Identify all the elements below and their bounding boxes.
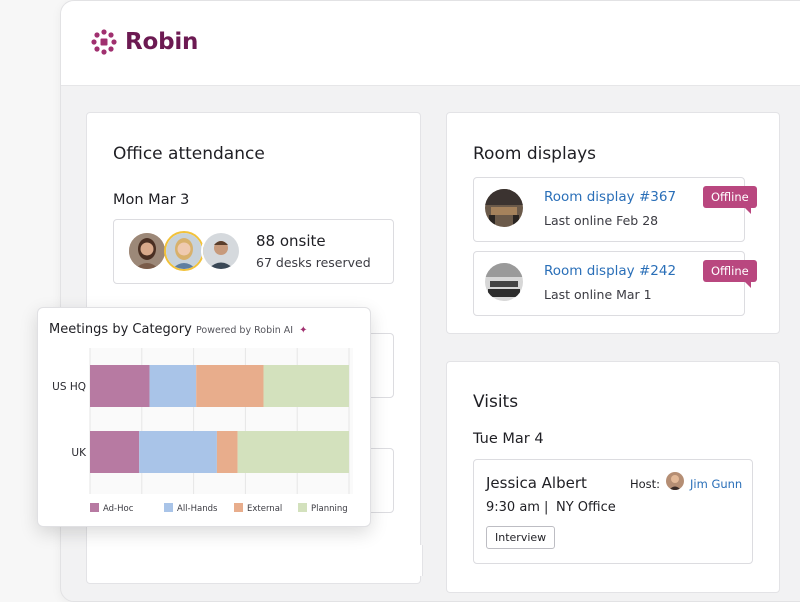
legend-swatch <box>164 503 173 512</box>
room-photo <box>485 263 523 301</box>
attendance-date: Mon Mar 3 <box>113 192 190 208</box>
bar-segment-ad-hoc[interactable] <box>90 431 140 473</box>
host-avatar <box>666 472 684 490</box>
legend-label: Planning <box>311 504 348 514</box>
visits-card: Visits Tue Mar 4 Jessica Albert Host: Ji… <box>446 361 780 593</box>
room-display-last-online: Last online Mar 1 <box>544 287 652 302</box>
room-displays-title: Room displays <box>473 144 597 164</box>
room-display-last-online: Last online Feb 28 <box>544 213 659 228</box>
legend-label: Ad-Hoc <box>103 504 134 514</box>
meetings-by-category-chart: Meetings by Category Powered by Robin AI… <box>37 307 371 527</box>
bar-segment-ad-hoc[interactable] <box>90 365 150 407</box>
visits-title: Visits <box>473 392 519 412</box>
avatar <box>127 231 167 271</box>
room-display-name[interactable]: Room display #242 <box>544 263 676 279</box>
avatar <box>201 231 241 271</box>
visit-location: NY Office <box>556 500 616 515</box>
legend-label: All-Hands <box>177 504 218 514</box>
room-displays-card: Room displays Room display #367 Last onl… <box>446 112 780 334</box>
visit-time: 9:30 am <box>486 500 540 515</box>
host-name[interactable]: Jim Gunn <box>690 477 742 491</box>
category-label: UK <box>71 447 87 459</box>
visitor-name: Jessica Albert <box>486 474 587 492</box>
visit-separator: | <box>544 500 549 515</box>
desks-reserved: 67 desks reserved <box>256 255 371 270</box>
top-bar: Robin <box>61 1 800 86</box>
bar-segment-external[interactable] <box>216 431 238 473</box>
visit-type-tag: Interview <box>486 526 556 549</box>
status-badge: Offline <box>703 260 757 288</box>
chart-plot: US HQ UK Ad-Hoc All-Hands External Planning <box>52 348 353 514</box>
bar-segment-planning[interactable] <box>263 365 349 407</box>
attendance-summary[interactable]: 88 onsite 67 desks reserved <box>113 219 394 284</box>
bar-segment-all-hands[interactable] <box>139 431 217 473</box>
bar-segment-external[interactable] <box>196 365 264 407</box>
status-badge: Offline <box>703 186 757 214</box>
legend-swatch <box>298 503 307 512</box>
legend-label: External <box>247 504 282 514</box>
office-attendance-title: Office attendance <box>113 144 265 164</box>
brand-name: Robin <box>125 29 199 55</box>
room-display-name[interactable]: Room display #367 <box>544 189 676 205</box>
category-label: US HQ <box>52 381 86 393</box>
legend-swatch <box>234 503 243 512</box>
bar-segment-planning[interactable] <box>237 431 349 473</box>
visit-item[interactable]: Jessica Albert Host: Jim Gunn 9:30 am | … <box>473 459 753 564</box>
onsite-count: 88 onsite <box>256 232 326 250</box>
card-bottom <box>86 545 423 576</box>
host-label: Host: <box>630 477 661 491</box>
room-photo <box>485 189 523 227</box>
robin-logo-icon <box>91 29 117 55</box>
avatar <box>164 231 204 271</box>
robin-logo[interactable]: Robin <box>91 29 198 55</box>
legend-swatch <box>90 503 99 512</box>
bar-segment-all-hands[interactable] <box>149 365 197 407</box>
visits-date: Tue Mar 4 <box>473 431 544 447</box>
